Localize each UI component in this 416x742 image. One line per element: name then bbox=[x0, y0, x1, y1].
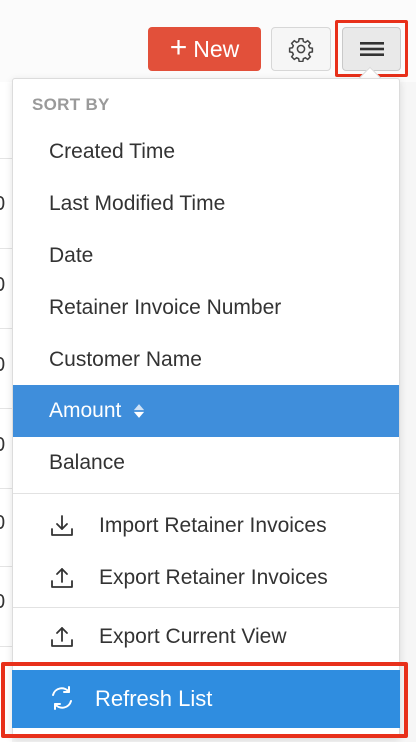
sort-option-created-time[interactable]: Created Time bbox=[13, 126, 399, 178]
import-retainer-invoices-item[interactable]: Import Retainer Invoices bbox=[13, 500, 399, 552]
sort-arrows-icon bbox=[134, 404, 145, 418]
new-button[interactable]: + New bbox=[148, 27, 261, 71]
list-row-divider bbox=[0, 158, 12, 159]
sort-option-date[interactable]: Date bbox=[13, 230, 399, 282]
plus-icon: + bbox=[169, 30, 188, 64]
action-label: Export Current View bbox=[99, 625, 287, 648]
sort-option-customer-name[interactable]: Customer Name bbox=[13, 334, 399, 386]
list-item-value: 0 bbox=[0, 354, 8, 377]
menu-divider bbox=[13, 493, 399, 494]
sort-option-label: Created Time bbox=[49, 140, 176, 163]
menu-divider bbox=[13, 607, 399, 608]
list-item-value: 0 bbox=[0, 591, 8, 614]
export-icon bbox=[51, 627, 73, 647]
list-row-divider bbox=[0, 408, 12, 409]
settings-button[interactable] bbox=[271, 27, 331, 71]
action-label: Import Retainer Invoices bbox=[99, 514, 327, 537]
export-icon bbox=[51, 568, 73, 588]
list-row-divider bbox=[0, 488, 12, 489]
refresh-highlight bbox=[1, 662, 408, 738]
gear-icon bbox=[288, 37, 314, 62]
list-item-value: 0 bbox=[0, 193, 8, 216]
sort-option-retainer-invoice-number[interactable]: Retainer Invoice Number bbox=[13, 282, 399, 334]
top-toolbar: + New bbox=[0, 0, 416, 82]
hamburger-icon bbox=[359, 42, 384, 56]
export-current-view-item[interactable]: Export Current View bbox=[13, 611, 399, 663]
background-list: 0 0 0 0 0 0 bbox=[0, 82, 12, 742]
sort-option-last-modified-time[interactable]: Last Modified Time bbox=[13, 178, 399, 230]
new-button-label: New bbox=[193, 35, 240, 62]
list-item-value: 0 bbox=[0, 512, 8, 535]
sort-option-balance[interactable]: Balance bbox=[13, 437, 399, 489]
list-row-divider bbox=[0, 566, 12, 567]
list-row-divider bbox=[0, 248, 12, 249]
menu-button[interactable] bbox=[342, 27, 401, 71]
sort-option-label: Last Modified Time bbox=[49, 192, 226, 215]
list-row-divider bbox=[0, 328, 12, 329]
app-page: 0 0 0 0 0 0 + New bbox=[0, 0, 416, 742]
list-item-value: 0 bbox=[0, 274, 8, 297]
sort-option-label: Date bbox=[49, 244, 94, 267]
export-retainer-invoices-item[interactable]: Export Retainer Invoices bbox=[13, 552, 399, 604]
sort-option-label: Balance bbox=[49, 451, 125, 474]
list-row-divider bbox=[0, 646, 12, 647]
sort-option-label: Customer Name bbox=[49, 348, 202, 371]
list-item-value: 0 bbox=[0, 434, 8, 457]
action-label: Export Retainer Invoices bbox=[99, 566, 328, 589]
sort-dropdown-menu: SORT BY Created Time Last Modified Time … bbox=[12, 78, 400, 738]
import-icon bbox=[51, 515, 73, 536]
sort-option-amount[interactable]: Amount bbox=[13, 385, 399, 437]
sort-by-heading: SORT BY bbox=[32, 95, 110, 114]
sort-option-label: Amount bbox=[49, 399, 122, 422]
sort-option-label: Retainer Invoice Number bbox=[49, 296, 282, 319]
